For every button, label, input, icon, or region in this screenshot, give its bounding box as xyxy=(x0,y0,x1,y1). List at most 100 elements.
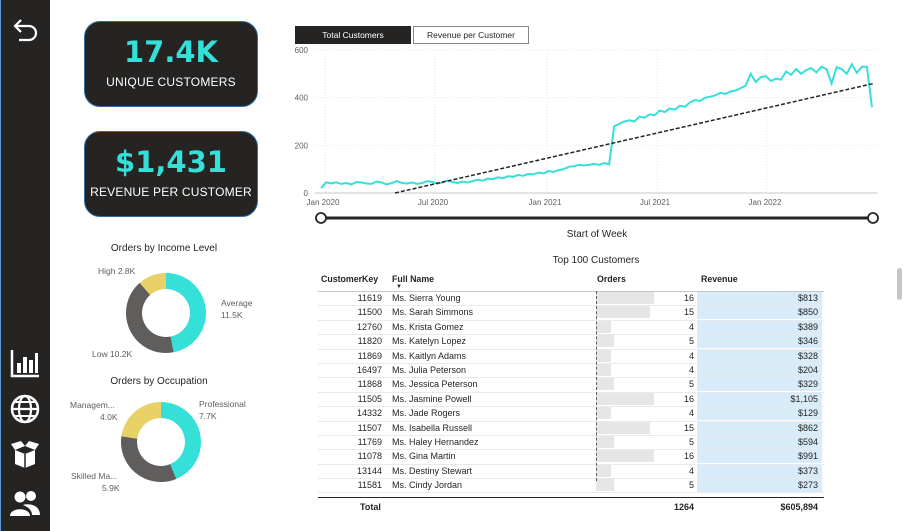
table-row[interactable]: 16497 Ms. Julia Peterson 4 $204 xyxy=(318,363,824,379)
nav-analytics-button[interactable] xyxy=(8,346,42,380)
users-icon xyxy=(10,491,40,516)
table-row[interactable]: 13144 Ms. Destiny Stewart 4 $373 xyxy=(318,464,824,480)
cell-revenue: $328 xyxy=(797,350,818,361)
occupation-label-skilled: Skilled Ma... xyxy=(71,471,118,481)
trend-line xyxy=(394,82,875,194)
table-body: 11619 Ms. Sierra Young 16 $813 11500 Ms. Sara… xyxy=(318,292,824,494)
customers-line-chart[interactable]: 0 200 400 600 Jan 2020 Jul 2020 Jan 2021 Jul 20… xyxy=(290,44,890,244)
page-scrollbar[interactable] xyxy=(897,268,902,300)
occupation-label-management-value: 4.0K xyxy=(100,412,118,422)
customers-series-line[interactable] xyxy=(320,62,873,189)
tab-total-customers[interactable]: Total Customers xyxy=(295,26,411,44)
slider-start-handle[interactable] xyxy=(315,212,327,224)
table-row[interactable]: 11078 Ms. Gina Martin 16 $991 xyxy=(318,450,824,465)
donut-slice[interactable] xyxy=(121,402,161,439)
cell-revenue: $389 xyxy=(797,321,818,332)
table-row[interactable]: 11500 Ms. Sarah Simmons 15 $850 xyxy=(318,306,824,321)
cell-revenue: $204 xyxy=(797,364,818,375)
orders-databar xyxy=(596,435,614,448)
bar-chart-icon xyxy=(10,350,39,378)
cell-full-name: Ms. Haley Hernandez xyxy=(392,436,479,447)
table-row[interactable]: 11820 Ms. Katelyn Lopez 5 $346 xyxy=(318,335,824,350)
slider-end-handle[interactable] xyxy=(867,212,879,224)
table-row[interactable]: 14332 Ms. Jade Rogers 4 $129 xyxy=(318,407,824,422)
cell-orders: 5 xyxy=(688,379,694,390)
orders-databar xyxy=(596,363,611,376)
total-revenue: $605,894 xyxy=(780,502,818,513)
sort-desc-icon: ▼ xyxy=(396,284,402,290)
income-label-average: Average xyxy=(221,298,253,308)
nav-geography-button[interactable] xyxy=(8,392,42,426)
cell-customer-key: 11868 xyxy=(357,379,382,390)
occupation-label-management: Managem... xyxy=(70,400,115,410)
cell-full-name: Ms. Jade Rogers xyxy=(392,408,461,419)
y-tick-label: 0 xyxy=(304,189,309,198)
orders-databar xyxy=(596,392,654,405)
table-row[interactable]: 11769 Ms. Haley Hernandez 5 $594 xyxy=(318,435,824,451)
back-button[interactable] xyxy=(8,14,42,48)
x-tick-label: Jan 2022 xyxy=(749,198,782,207)
orders-databar xyxy=(596,349,611,362)
tab-revenue-per-customer[interactable]: Revenue per Customer xyxy=(413,26,529,44)
orders-databar xyxy=(596,292,654,304)
income-label-low: Low 10.2K xyxy=(92,349,133,359)
col-header-key[interactable]: CustomerKey xyxy=(321,274,378,284)
nav-products-button[interactable] xyxy=(8,437,42,471)
kpi-label: UNIQUE CUSTOMERS xyxy=(106,75,236,89)
x-tick-label: Jan 2021 xyxy=(529,198,562,207)
col-header-name[interactable]: Full Name xyxy=(392,274,434,284)
cell-customer-key: 11769 xyxy=(357,436,382,447)
cell-orders: 4 xyxy=(688,350,694,361)
income-label-high: High 2.8K xyxy=(98,266,136,276)
cell-customer-key: 11078 xyxy=(357,451,382,462)
cell-revenue: $273 xyxy=(797,480,818,491)
cell-customer-key: 16497 xyxy=(356,364,382,375)
cell-full-name: Ms. Sierra Young xyxy=(392,293,461,303)
table-row[interactable]: 11869 Ms. Kaitlyn Adams 4 $328 xyxy=(318,349,824,364)
income-donut-chart[interactable] xyxy=(118,265,214,361)
orders-databar xyxy=(596,407,611,420)
cell-customer-key: 11581 xyxy=(357,480,382,491)
kpi-value: 17.4K xyxy=(123,35,219,69)
cell-revenue: $594 xyxy=(797,436,818,447)
cell-orders: 16 xyxy=(683,293,694,303)
cell-customer-key: 11820 xyxy=(357,336,382,347)
cell-customer-key: 11505 xyxy=(357,393,382,404)
cell-orders: 15 xyxy=(683,422,694,433)
cell-orders: 4 xyxy=(688,408,694,419)
cell-customer-key: 14332 xyxy=(356,408,382,419)
orders-databar xyxy=(596,378,614,391)
col-header-orders[interactable]: Orders xyxy=(597,274,626,284)
cell-revenue: $329 xyxy=(797,379,818,390)
cell-orders: 16 xyxy=(683,451,694,462)
table-row[interactable]: 11868 Ms. Jessica Peterson 5 $329 xyxy=(318,378,824,393)
cell-revenue: $346 xyxy=(797,336,818,347)
table-row[interactable]: 11581 Ms. Cindy Jordan 5 $273 xyxy=(318,479,824,494)
table-row[interactable]: 11619 Ms. Sierra Young 16 $813 xyxy=(318,292,824,307)
nav-customers-button[interactable] xyxy=(8,487,42,521)
cell-revenue: $862 xyxy=(797,422,818,433)
col-header-revenue[interactable]: Revenue xyxy=(701,274,738,284)
donut-slice[interactable] xyxy=(121,436,177,482)
donut-slice[interactable] xyxy=(166,273,207,353)
orders-databar xyxy=(596,464,611,477)
cell-customer-key: 13144 xyxy=(356,465,382,476)
table-header: CustomerKey Full Name ▼ Orders Revenue xyxy=(318,271,824,292)
x-tick-label: Jul 2020 xyxy=(418,198,449,207)
cell-customer-key: 11619 xyxy=(357,293,382,303)
back-arrow-icon xyxy=(13,19,38,42)
cell-full-name: Ms. Cindy Jordan xyxy=(392,480,463,491)
table-row[interactable]: 11505 Ms. Jasmine Powell 16 $1,105 xyxy=(318,392,824,408)
cell-customer-key: 11507 xyxy=(357,422,382,433)
table-row[interactable]: 11507 Ms. Isabella Russell 15 $862 xyxy=(318,421,824,436)
cell-customer-key: 11869 xyxy=(357,350,382,361)
occupation-label-skilled-value: 5.9K xyxy=(102,483,120,493)
kpi-value: $1,431 xyxy=(115,145,227,179)
orders-column-divider xyxy=(596,291,598,481)
open-box-icon xyxy=(11,441,39,468)
cell-full-name: Ms. Krista Gomez xyxy=(392,321,464,332)
table-row[interactable]: 12760 Ms. Krista Gomez 4 $389 xyxy=(318,320,824,336)
occupation-donut-chart[interactable] xyxy=(113,394,209,490)
cell-full-name: Ms. Gina Martin xyxy=(392,451,456,462)
cell-revenue: $129 xyxy=(797,408,818,419)
